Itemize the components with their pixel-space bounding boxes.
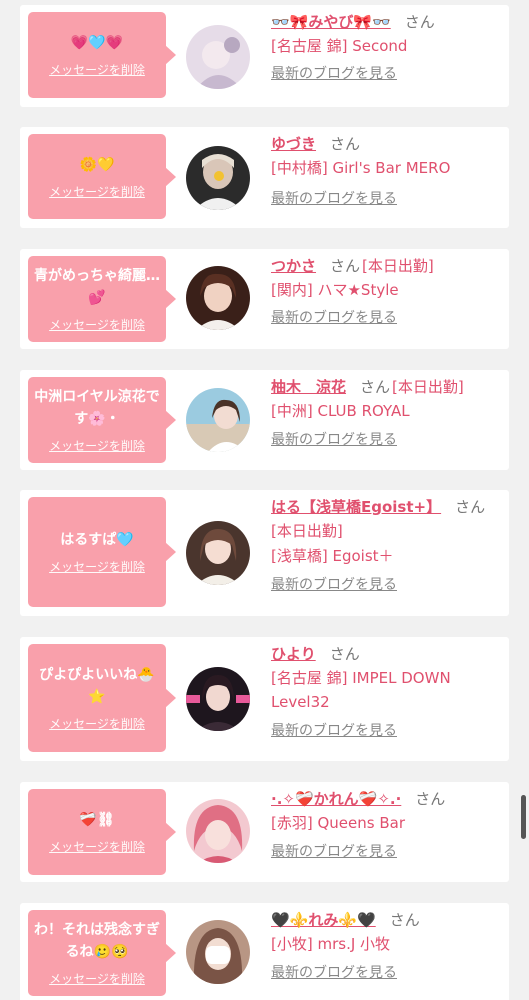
shop-info: [中村橋] Girl's Bar MERO [271,159,451,177]
cast-name-link[interactable]: 👓🎀みやび🎀👓 [271,13,391,31]
message-bubble: 💗🩵💗 メッセージを削除 [28,12,176,98]
honorific: さん [330,135,361,153]
name-line: 👓🎀みやび🎀👓 さん [271,11,501,33]
cast-name-link[interactable]: ·.✧❤️‍🩹かれん❤️‍🩹✧.· [271,790,401,808]
message-bubble: 🌼💛 メッセージを削除 [28,134,176,219]
honorific: さん [389,911,420,929]
latest-blog-link[interactable]: 最新のブログを見る [271,189,397,209]
shop-info: [浅草橋] Egoist＋ [271,547,394,565]
latest-blog-link[interactable]: 最新のブログを見る [271,963,397,983]
cast-name-link[interactable]: 🖤⚜️れみ⚜️🖤 [271,911,376,929]
avatar[interactable] [186,388,250,452]
delete-message-link[interactable]: メッセージを削除 [49,559,145,575]
avatar[interactable] [186,25,250,89]
message-card: 中洲ロイヤル涼花です🌸・ メッセージを削除 柚木 涼花 さん [本日出勤] [中洲]… [20,370,509,470]
honorific: さん [415,790,446,808]
message-bubble: はるすぱ🩵 メッセージを削除 [28,497,176,607]
cast-name-link[interactable]: つかさ [271,257,316,275]
cast-info: ひより さん [名古屋 錦] IMPEL DOWN Level32 最新のブログを… [271,643,501,741]
message-card: 💗🩵💗 メッセージを削除 👓🎀みやび🎀👓 さん [名古屋 錦] Second 最新… [20,5,509,107]
message-text: 💗🩵💗 [70,35,124,51]
delete-message-link[interactable]: メッセージを削除 [49,971,145,987]
latest-blog-link[interactable]: 最新のブログを見る [271,575,397,595]
name-line: つかさ さん [本日出勤] [271,255,501,277]
message-list-page: 💗🩵💗 メッセージを削除 👓🎀みやび🎀👓 さん [名古屋 錦] Second 最新… [0,0,529,1000]
shop-info: [関内] ハマ★Style [271,281,399,299]
honorific: さん [455,498,486,516]
honorific: さん [329,645,360,663]
name-line: ひより さん [271,643,501,665]
name-line: ·.✧❤️‍🩹かれん❤️‍🩹✧.· さん [271,788,501,810]
honorific: さん [360,378,391,396]
delete-message-link[interactable]: メッセージを削除 [49,839,145,855]
message-card: 🌼💛 メッセージを削除 ゆづき さん [中村橋] Girl's Bar MERO … [20,127,509,228]
status-text: [本日出勤] [392,378,464,396]
cast-info: ·.✧❤️‍🩹かれん❤️‍🩹✧.· さん [赤羽] Queens Bar 最新のブ… [271,788,501,862]
delete-message-link[interactable]: メッセージを削除 [49,62,145,78]
cast-name-link[interactable]: はる【浅草橋Egoist+】 [271,498,441,516]
attendance-info: [本日出勤] [271,522,343,540]
cast-info: つかさ さん [本日出勤] [関内] ハマ★Style 最新のブログを見る [271,255,501,328]
latest-blog-link[interactable]: 最新のブログを見る [271,308,397,328]
honorific: さん [404,13,435,31]
message-text: はるすぱ🩵 [60,532,134,548]
delete-message-link[interactable]: メッセージを削除 [49,184,145,200]
delete-message-link[interactable]: メッセージを削除 [49,438,145,454]
message-text: 中洲ロイヤル涼花です🌸・ [34,389,160,427]
message-bubble: 中洲ロイヤル涼花です🌸・ メッセージを削除 [28,377,176,463]
avatar[interactable] [186,667,250,731]
message-card: ❤️‍🩹⛓ メッセージを削除 ·.✧❤️‍🩹かれん❤️‍🩹✧.· さん [赤羽] … [20,782,509,882]
shop-info: [名古屋 錦] IMPEL DOWN Level32 [271,669,451,711]
message-text: 青がめっちゃ綺麗…💕 [34,268,160,306]
message-card: ぴよぴよいいね🐣⭐ メッセージを削除 ひより さん [名古屋 錦] IMPEL D… [20,637,509,761]
avatar[interactable] [186,920,250,984]
cast-info: 👓🎀みやび🎀👓 さん [名古屋 錦] Second 最新のブログを見る [271,11,501,84]
cast-info: はる【浅草橋Egoist+】 さん [本日出勤] [浅草橋] Egoist＋ 最新… [271,496,501,595]
message-card: 青がめっちゃ綺麗…💕 メッセージを削除 つかさ さん [本日出勤] [関内] ハマ★… [20,249,509,349]
scrollbar[interactable] [521,795,526,839]
delete-message-link[interactable]: メッセージを削除 [49,716,145,732]
message-bubble: わ！それは残念すぎるね🥲🥺 メッセージを削除 [28,910,176,996]
name-line: 柚木 涼花 さん [本日出勤] [271,376,501,398]
message-card: わ！それは残念すぎるね🥲🥺 メッセージを削除 🖤⚜️れみ⚜️🖤 さん [小牧] m… [20,903,509,1000]
message-text: ❤️‍🩹⛓ [79,812,115,828]
avatar[interactable] [186,521,250,585]
cast-name-link[interactable]: ひより [271,645,316,663]
latest-blog-link[interactable]: 最新のブログを見る [271,430,397,450]
name-line: はる【浅草橋Egoist+】 さん [271,496,501,518]
cast-name-link[interactable]: ゆづき [271,135,316,153]
message-text: わ！それは残念すぎるね🥲🥺 [34,922,160,960]
delete-message-link[interactable]: メッセージを削除 [49,317,145,333]
message-bubble: 青がめっちゃ綺麗…💕 メッセージを削除 [28,256,176,342]
status-text: [本日出勤] [362,257,434,275]
name-line: ゆづき さん [271,133,501,155]
cast-name-link[interactable]: 柚木 涼花 [271,378,346,396]
message-card: はるすぱ🩵 メッセージを削除 はる【浅草橋Egoist+】 さん [本日出勤] [… [20,490,509,616]
message-text: ぴよぴよいいね🐣⭐ [39,667,155,705]
cast-info: 🖤⚜️れみ⚜️🖤 さん [小牧] mrs.J 小牧 最新のブログを見る [271,909,501,983]
avatar[interactable] [186,146,250,210]
shop-info: [名古屋 錦] Second [271,37,408,55]
avatar[interactable] [186,799,250,863]
shop-info: [小牧] mrs.J 小牧 [271,935,391,953]
name-line: 🖤⚜️れみ⚜️🖤 さん [271,909,501,931]
message-bubble: ぴよぴよいいね🐣⭐ メッセージを削除 [28,644,176,752]
shop-info: [中洲] CLUB ROYAL [271,402,410,420]
avatar[interactable] [186,266,250,330]
honorific: さん [330,257,361,275]
shop-info: [赤羽] Queens Bar [271,814,405,832]
cast-info: 柚木 涼花 さん [本日出勤] [中洲] CLUB ROYAL 最新のブログを見る [271,376,501,450]
latest-blog-link[interactable]: 最新のブログを見る [271,64,397,84]
message-text: 🌼💛 [79,156,115,173]
message-bubble: ❤️‍🩹⛓ メッセージを削除 [28,789,176,875]
cast-info: ゆづき さん [中村橋] Girl's Bar MERO 最新のブログを見る [271,133,501,209]
latest-blog-link[interactable]: 最新のブログを見る [271,721,397,741]
latest-blog-link[interactable]: 最新のブログを見る [271,842,397,862]
